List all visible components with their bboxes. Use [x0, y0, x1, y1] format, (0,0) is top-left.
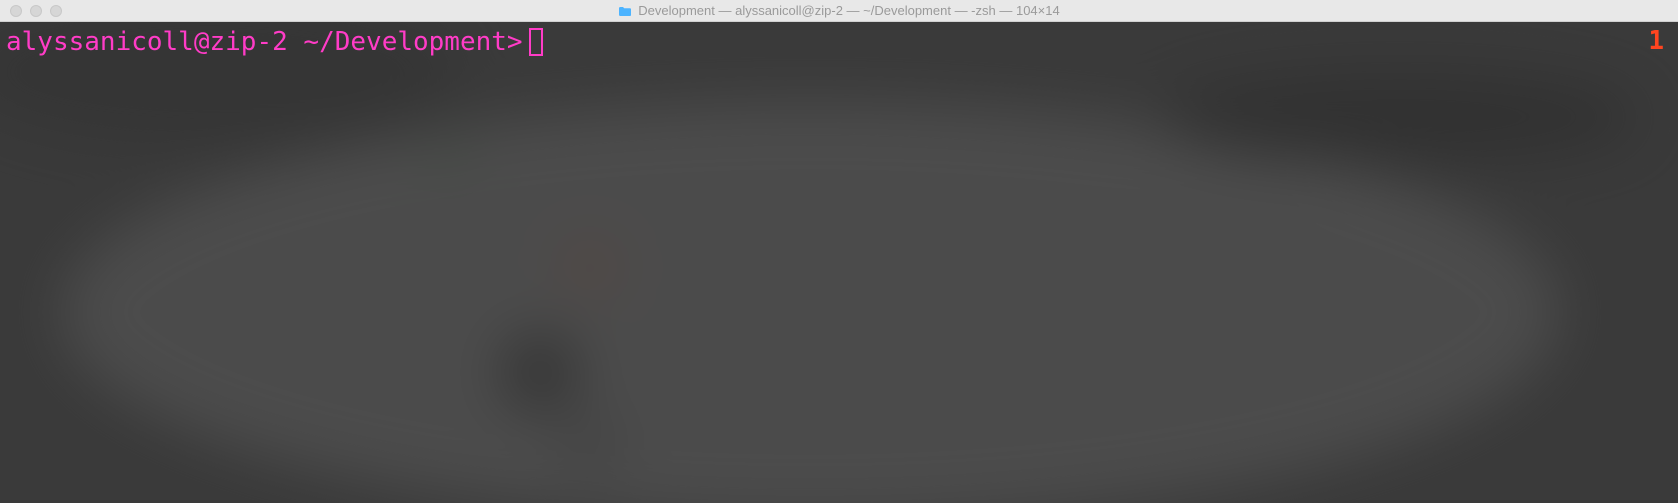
close-window-button[interactable] — [10, 5, 22, 17]
prompt-user-host: alyssanicoll@zip-2 — [6, 26, 288, 58]
window-title-wrap: Development — alyssanicoll@zip-2 — ~/Dev… — [0, 3, 1678, 18]
zoom-window-button[interactable] — [50, 5, 62, 17]
shell-prompt-line[interactable]: alyssanicoll@zip-2 ~/Development> — [6, 26, 1672, 58]
window-controls — [0, 5, 62, 17]
prompt-path: ~/Development — [303, 26, 507, 58]
window-titlebar[interactable]: Development — alyssanicoll@zip-2 — ~/Dev… — [0, 0, 1678, 22]
exit-status-indicator: 1 — [1648, 26, 1664, 56]
terminal-window: Development — alyssanicoll@zip-2 — ~/Dev… — [0, 0, 1678, 503]
terminal-viewport[interactable]: alyssanicoll@zip-2 ~/Development> 1 — [0, 22, 1678, 503]
minimize-window-button[interactable] — [30, 5, 42, 17]
prompt-symbol: > — [507, 26, 523, 58]
folder-icon — [618, 5, 632, 16]
background-blur — [0, 22, 1678, 503]
window-title: Development — alyssanicoll@zip-2 — ~/Dev… — [638, 3, 1059, 18]
terminal-cursor[interactable] — [529, 28, 543, 56]
